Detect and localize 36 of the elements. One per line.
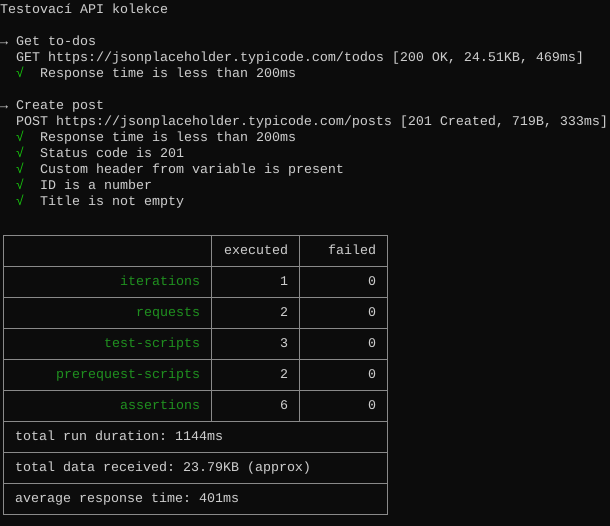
assertion-text: Response time is less than 200ms (40, 131, 296, 146)
table-cell: 0 (300, 266, 388, 298)
assertion-text: ID is a number (40, 179, 152, 194)
table-cell: 2 (212, 298, 300, 328)
check-mark: √ (16, 131, 25, 146)
check-mark: √ (16, 67, 25, 83)
column-header: executed (212, 236, 300, 266)
table-cell: 0 (300, 298, 388, 328)
row-label: assertions (4, 390, 212, 422)
table-cell: 3 (212, 328, 300, 360)
row-label: requests (4, 298, 212, 328)
check-mark: √ (16, 195, 25, 211)
arrow-glyph: → (0, 35, 9, 51)
check-mark: √ (16, 179, 25, 194)
column-header: failed (300, 236, 388, 266)
table-cell: 0 (300, 328, 388, 360)
check-mark: √ (16, 163, 25, 178)
table-cell: 1 (212, 266, 300, 298)
table-cell: 0 (300, 360, 388, 390)
request-name: Create post (16, 99, 104, 114)
row-label: iterations (4, 266, 212, 298)
request-line: GET https://jsonplaceholder.typicode.com/todos [200 OK, 24.51KB, 469ms] (15, 51, 585, 66)
arrow-glyph: → (0, 99, 9, 115)
collection-title: Testovací API kolekce (0, 3, 169, 19)
row-label: prerequest-scripts (4, 360, 212, 390)
request-line: POST https://jsonplaceholder.typicode.com/posts [201 Created, 719B, 333ms] (15, 115, 609, 130)
assertion-text: Custom header from variable is present (40, 163, 344, 178)
table-cell: 6 (212, 390, 300, 422)
request-name: Get to-dos (16, 35, 96, 50)
check-mark: √ (16, 147, 25, 162)
table-cell: 2 (212, 360, 300, 390)
row-label: test-scripts (4, 328, 212, 360)
table-cell: 0 (300, 390, 388, 422)
assertion-text: Response time is less than 200ms (40, 67, 296, 82)
assertion-text: Status code is 201 (40, 147, 184, 162)
assertion-text: Title is not empty (40, 195, 184, 210)
